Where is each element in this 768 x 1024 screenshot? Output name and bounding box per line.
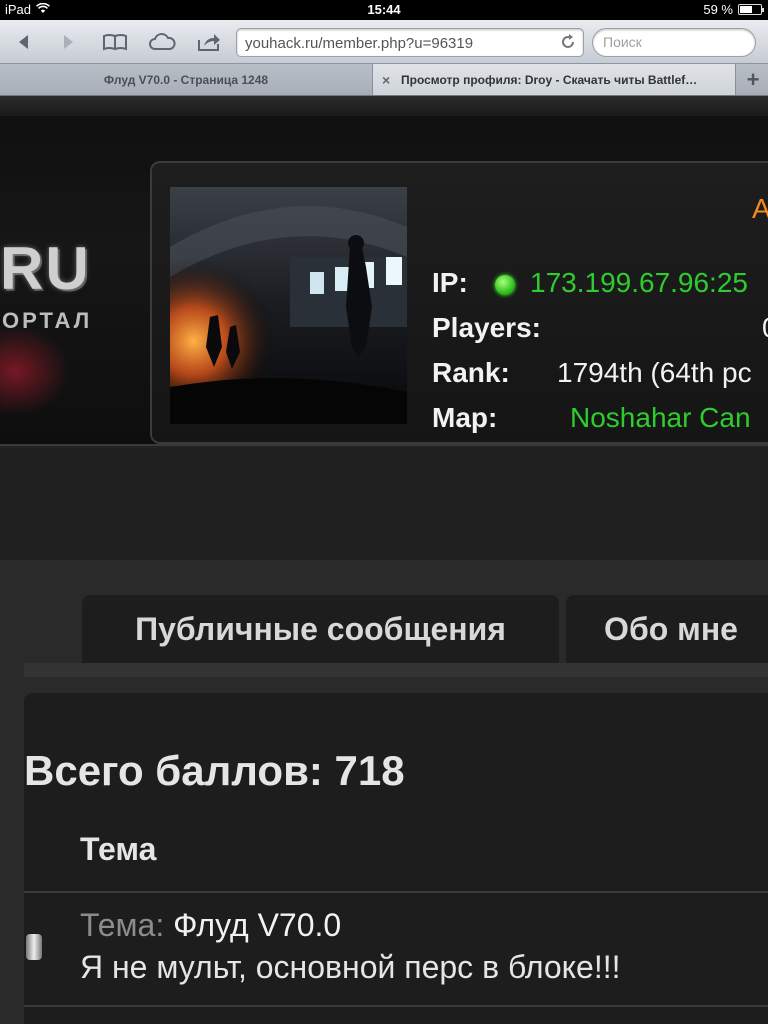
battery-percent: 59 % [703,2,733,17]
map-label: Map: [432,402,498,433]
back-arrow-icon [19,35,28,49]
soldiers-image-icon [170,187,407,424]
rank-value: 1794th (64th pc [557,357,752,388]
close-tab-icon[interactable]: × [382,72,390,88]
divider [24,1005,768,1007]
status-bar: iPad 15:44 59 % [0,0,768,20]
tab-title: Флуд V70.0 - Страница 1248 [103,72,269,87]
post-message: Я не мульт, основной перс в блоке!!! [80,949,621,985]
tab-about-me[interactable]: Обо мне [566,595,768,663]
players-label: Players: [432,312,541,343]
players-value: 0 [762,312,768,344]
search-field[interactable] [592,28,756,57]
topic-link[interactable]: Флуд V70.0 [173,907,341,943]
tab-title: Просмотр профиля: Droy - Скачать читы Ba… [401,72,698,87]
back-button[interactable] [12,28,36,56]
bookmarks-icon [103,34,127,51]
topic-label: Тема: [80,907,174,943]
post-topic[interactable]: Тема: Флуд V70.0 [80,907,341,944]
reload-icon[interactable] [559,33,577,56]
column-header-topic: Тема [80,831,157,867]
site-banner: RU ОРТАЛ A IP: 173.199.67.96:25 Players:… [0,116,768,446]
spacer [0,448,768,560]
forward-button[interactable] [56,28,80,56]
cloud-icon [149,33,176,50]
site-logo-subtext: ОРТАЛ [2,308,93,333]
new-tab-button[interactable]: + [738,64,768,95]
total-points: Всего баллов: 718 [24,747,405,794]
clock: 15:44 [367,2,401,17]
forward-arrow-icon [64,35,73,49]
url-text: youhack.ru/member.php?u=96319 [245,35,474,52]
points-panel: Всего баллов: 718 Тема Тема: Флуд V70.0 … [24,693,768,1024]
search-input[interactable] [603,34,743,50]
browser-toolbar: youhack.ru/member.php?u=96319 [0,20,768,64]
logo-glow [0,326,70,416]
rank-label: Rank: [432,357,510,388]
server-info-panel: A IP: 173.199.67.96:25 Players: 0 Rank: … [150,161,768,444]
share-button[interactable] [194,28,224,56]
address-bar[interactable]: youhack.ru/member.php?u=96319 [236,28,584,57]
battery-icon [738,4,764,15]
ip-label: IP: [432,267,468,298]
share-icon [198,34,220,51]
bookmarks-button[interactable] [100,28,130,56]
icloud-tabs-button[interactable] [146,28,178,56]
server-brand: A [752,193,768,224]
profile-section: Публичные сообщения Обо мне Всего баллов… [0,560,768,1024]
post-bullet-icon [26,934,42,960]
web-page: RU ОРТАЛ A IP: 173.199.67.96:25 Players:… [0,96,768,1024]
browser-tab-1[interactable]: Флуд V70.0 - Страница 1248 [0,64,372,95]
tab-public-messages[interactable]: Публичные сообщения [82,595,559,663]
online-status-icon [495,275,515,295]
divider [24,891,768,893]
server-map-image [170,187,407,424]
browser-tab-2[interactable]: × Просмотр профиля: Droy - Скачать читы … [372,64,736,95]
top-strip [0,96,768,116]
ip-value[interactable]: 173.199.67.96:25 [530,267,748,299]
browser-tab-bar: Флуд V70.0 - Страница 1248 × Просмотр пр… [0,64,768,96]
map-value: Noshahar Can [570,402,751,433]
site-logo[interactable]: RU [0,234,91,303]
tab-underline [24,663,768,677]
